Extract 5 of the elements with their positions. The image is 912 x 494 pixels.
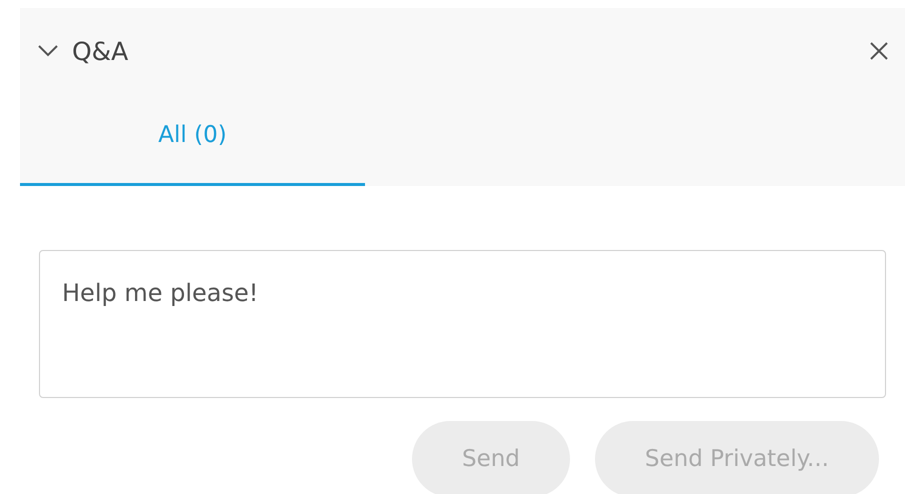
tab[interactable]: All (0)	[20, 94, 365, 186]
collapse-chevron-icon[interactable]	[38, 45, 58, 57]
close-icon[interactable]	[869, 41, 889, 61]
question-field[interactable]: Help me please!	[39, 250, 886, 398]
panel-title: Q&A	[72, 36, 130, 66]
